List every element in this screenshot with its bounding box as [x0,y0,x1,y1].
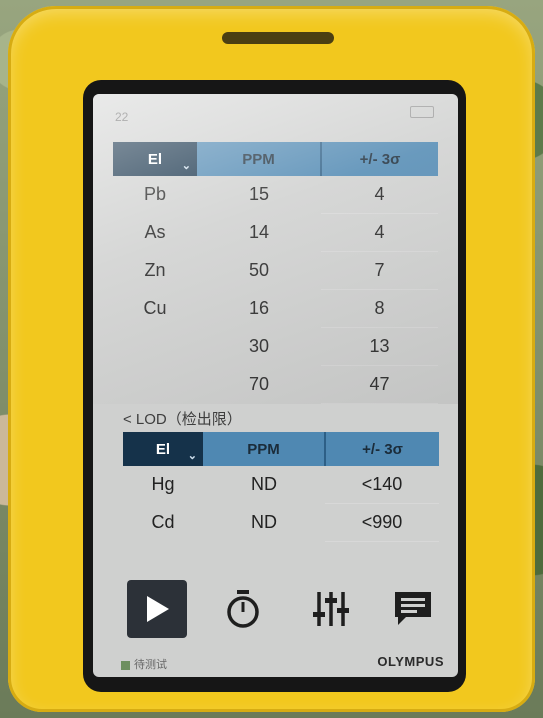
element-cell: Pb [143,184,167,205]
ppm-cell: 16 [248,298,270,318]
table-row: Pb 15 4 [113,176,438,214]
ppm-cell: 14 [248,222,270,242]
ppm-cell: 50 [248,260,270,280]
error-cell: 47 [321,365,438,404]
message-icon [395,592,431,625]
lod-caption: < LOD（检出限） [123,411,242,428]
table-row: 70 47 [113,365,438,404]
chevron-down-icon: ⌄ [187,450,197,462]
error-cell: <990 [325,503,439,542]
error-cell: 7 [321,251,438,290]
lod-error-column-header: +/- 3σ [324,432,439,466]
lod-table: El ⌄ PPM +/- 3σ Hg ND <140 Cd ND <990 [123,432,439,542]
play-icon [147,596,169,622]
element-column-header[interactable]: El ⌄ [113,142,197,176]
table-row: 30 13 [113,327,438,366]
timer-button[interactable] [213,580,273,638]
ppm-cell: ND [251,512,277,532]
messages-button[interactable] [383,580,443,638]
element-cell: Zn [144,260,166,280]
error-cell: <140 [325,466,439,504]
element-cell [113,366,197,404]
footer-bar: 待测试 OLYMPUS [93,650,458,677]
stopwatch-icon [227,590,259,628]
status-indicator-icon [121,660,130,670]
ppm-cell: ND [251,474,277,495]
brand-logo: OLYMPUS [377,654,444,669]
error-column-header: +/- 3σ [320,142,438,176]
lod-ppm-column-header: PPM [203,432,325,466]
error-cell: 13 [321,327,438,366]
element-header-label: El [147,150,163,168]
table-row: Hg ND <140 [123,466,439,504]
element-cell: Cd [151,512,175,532]
status-bar: 22 [93,94,458,132]
table-row: Cd ND <990 [123,503,439,542]
table-row: As 14 4 [113,213,438,252]
lod-element-header-label: El [155,440,171,458]
bottom-toolbar [93,576,458,644]
sliders-icon [313,592,349,626]
device-status: 待测试 [121,656,167,672]
ppm-cell: 30 [248,336,270,356]
lod-header-row: El ⌄ PPM +/- 3σ [123,432,439,466]
ppm-cell: 15 [248,184,270,205]
results-header-row: El ⌄ PPM +/- 3σ [113,142,438,176]
case-slot [222,32,334,44]
error-cell: 8 [321,289,438,328]
ppm-cell: 70 [248,374,270,394]
error-cell: 4 [321,213,438,252]
table-row: Zn 50 7 [113,251,438,290]
results-table: El ⌄ PPM +/- 3σ Pb 15 4 As 14 4 Zn 50 7 … [113,142,438,404]
device-screen: 22 El ⌄ PPM +/- 3σ Pb 15 4 As 14 4 Zn 50… [93,94,458,677]
battery-icon [410,106,434,118]
element-cell: Hg [151,474,175,495]
status-time: 22 [115,110,129,124]
chevron-down-icon: ⌄ [181,160,191,172]
error-cell: 4 [321,176,438,214]
element-cell: As [144,222,166,242]
element-cell: Cu [143,298,167,318]
device-status-label: 待测试 [134,659,167,671]
ppm-column-header: PPM [197,142,321,176]
start-test-button[interactable] [127,580,187,638]
element-cell [113,328,197,366]
lod-element-column-header[interactable]: El ⌄ [123,432,203,466]
settings-button[interactable] [301,580,361,638]
table-row: Cu 16 8 [113,289,438,328]
